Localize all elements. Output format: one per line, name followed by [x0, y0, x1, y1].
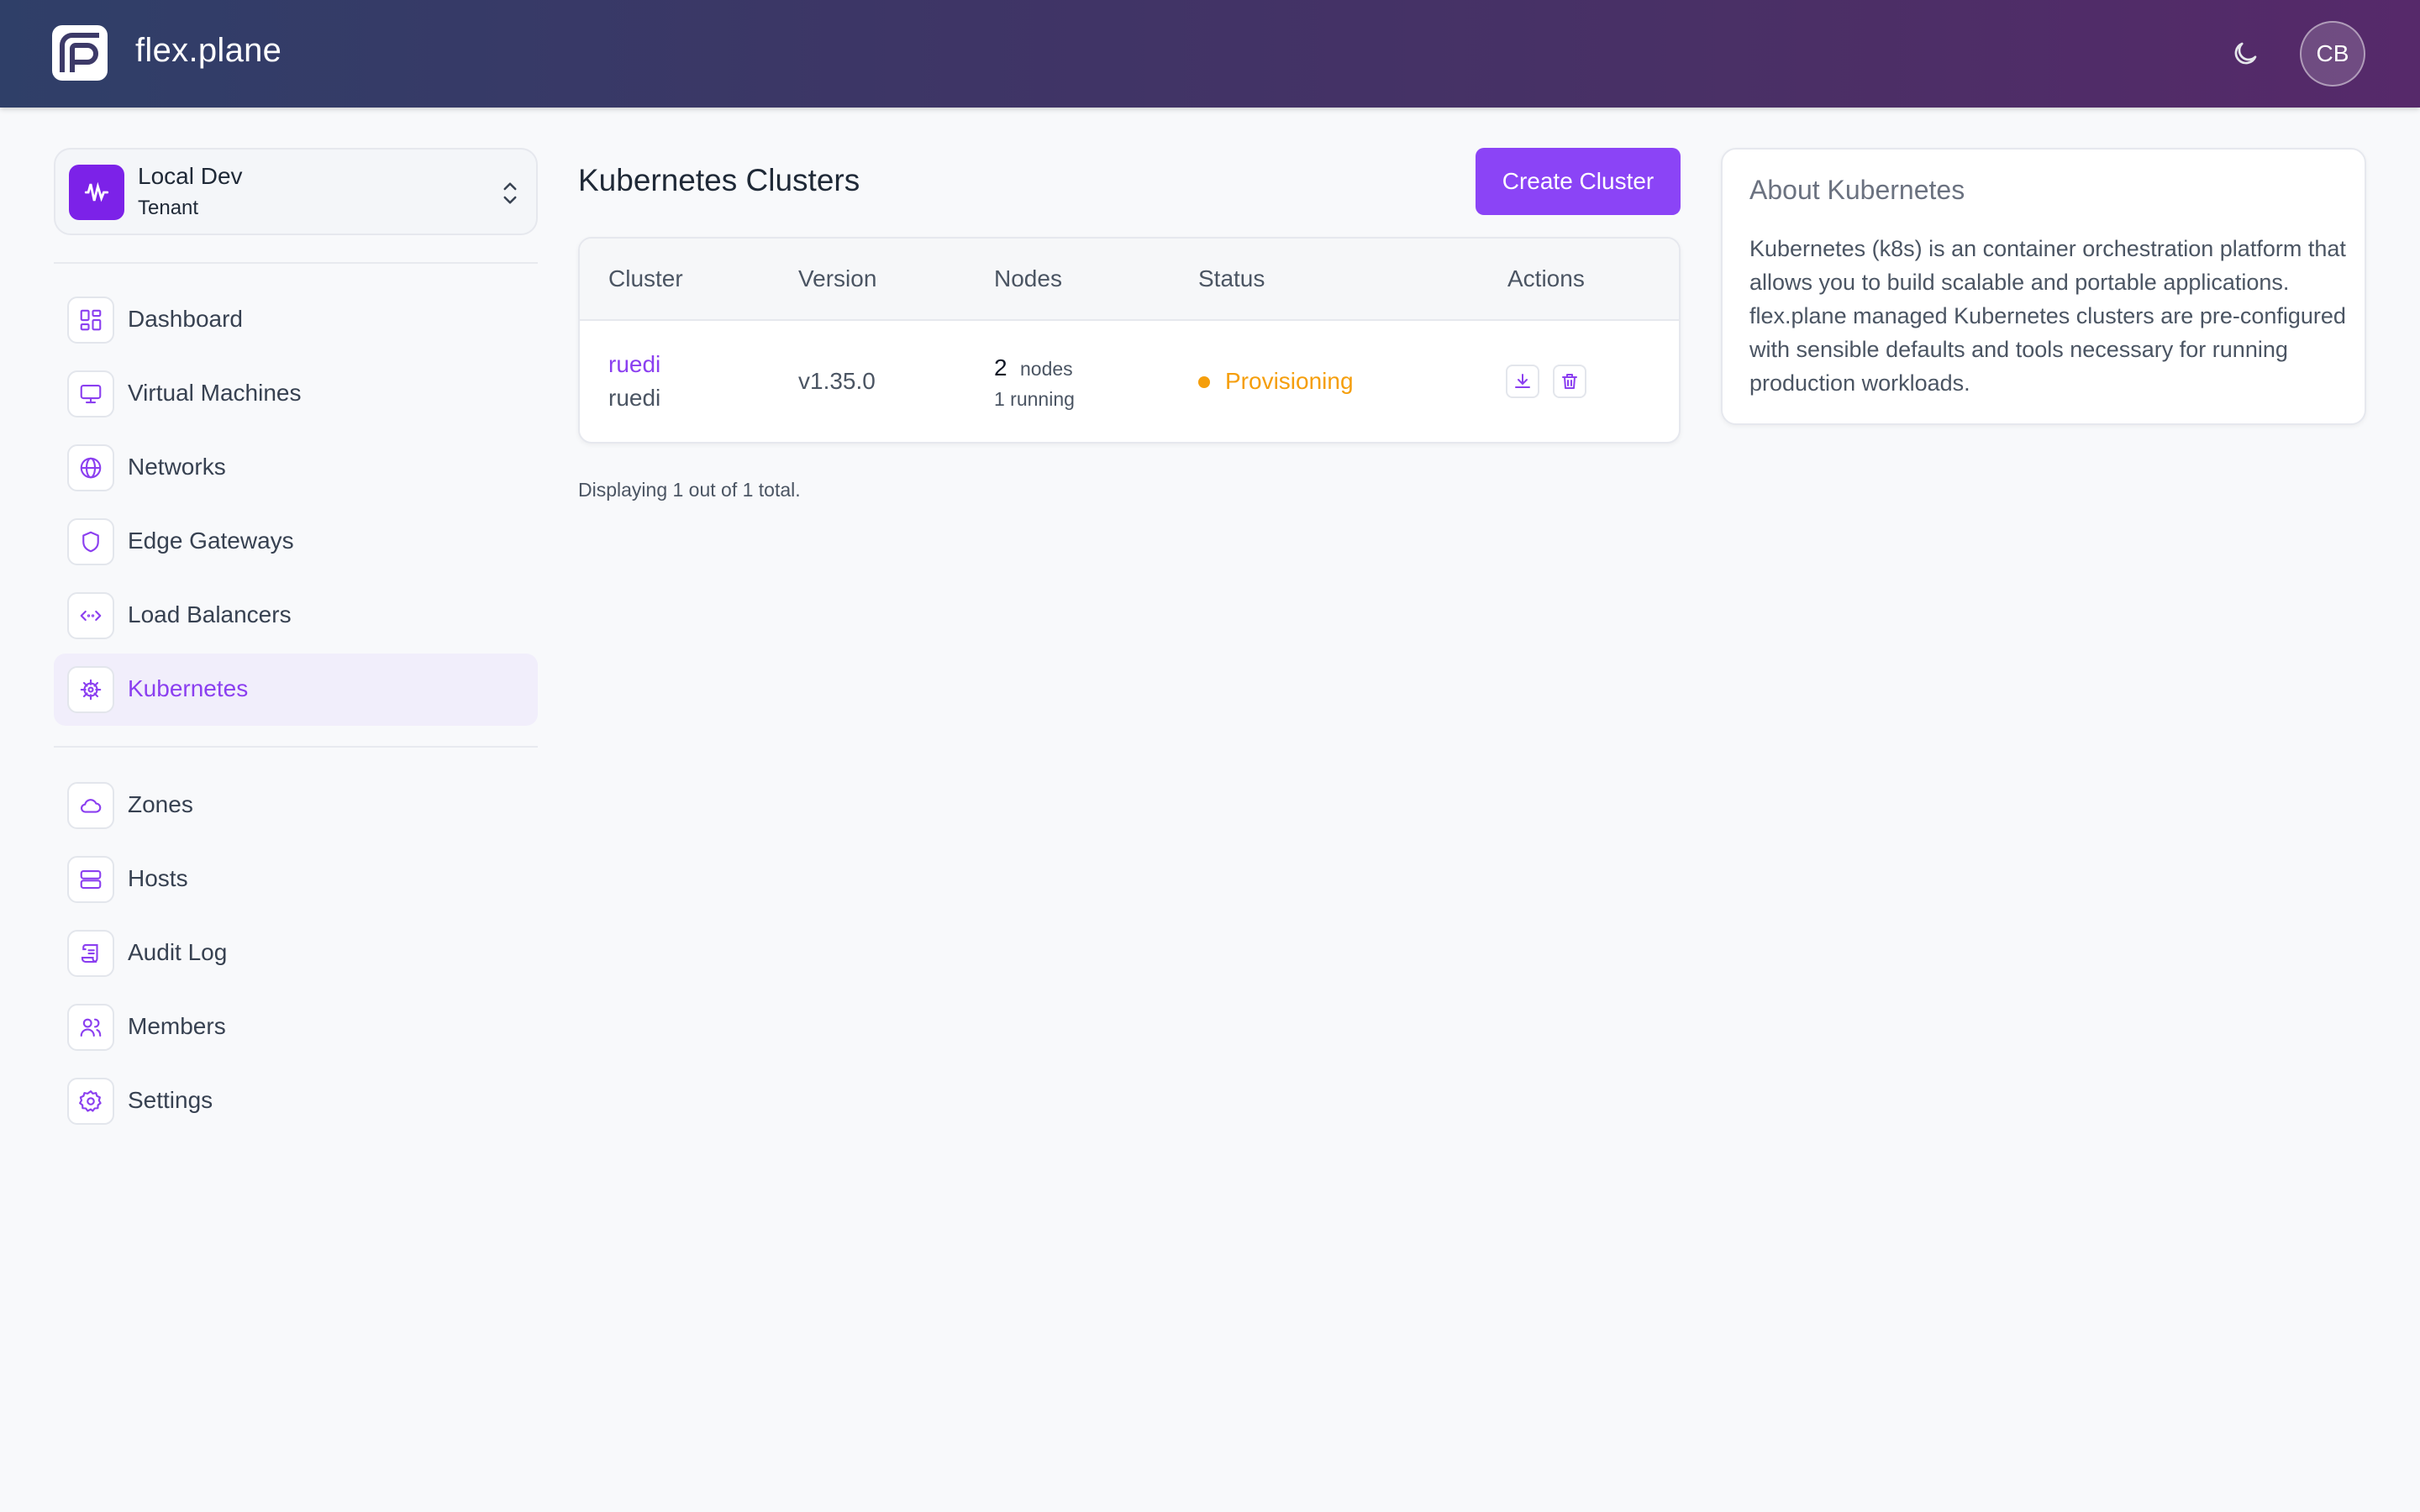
top-bar: flex.plane CB [0, 0, 2420, 108]
sidebar-item-hosts[interactable]: Hosts [54, 843, 538, 916]
code-brackets-icon [67, 592, 114, 639]
column-header-actions: Actions [1507, 265, 1585, 291]
sidebar-divider [54, 746, 538, 748]
download-icon [1515, 374, 1530, 388]
about-kubernetes-card: About Kubernetes Kubernetes (k8s) is an … [1721, 148, 2366, 425]
sidebar-item-label: Virtual Machines [128, 380, 302, 406]
column-header-cluster: Cluster [608, 265, 683, 291]
shield-icon [67, 518, 114, 565]
sidebar-item-kubernetes[interactable]: Kubernetes [54, 654, 538, 726]
gear-icon [67, 1078, 114, 1125]
node-unit: nodes [1020, 358, 1073, 380]
sidebar-item-label: Zones [128, 791, 193, 817]
status-badge: Provisioning [1225, 368, 1354, 394]
sidebar-item-zones[interactable]: Zones [54, 769, 538, 842]
dashboard-icon [67, 297, 114, 344]
waveform-icon [69, 165, 124, 220]
column-header-version: Version [798, 265, 877, 291]
table-header: Cluster Version Nodes Status Actions [580, 239, 1679, 321]
delete-cluster-button[interactable] [1553, 365, 1586, 398]
cluster-link[interactable]: ruedi [608, 351, 660, 378]
helm-wheel-icon [67, 666, 114, 713]
pagination-summary: Displaying 1 out of 1 total. [578, 479, 801, 501]
flexplane-logo-icon[interactable] [52, 25, 108, 81]
tenant-type: Tenant [138, 197, 199, 219]
sidebar-item-virtual-machines[interactable]: Virtual Machines [54, 358, 538, 430]
tenant-name: Local Dev [138, 163, 243, 189]
sidebar-item-label: Settings [128, 1087, 213, 1113]
tenant-selector[interactable]: Local Dev Tenant [54, 148, 538, 235]
about-description: Kubernetes (k8s) is an container orchest… [1749, 236, 2346, 396]
sidebar-item-label: Dashboard [128, 306, 243, 332]
sidebar-item-load-balancers[interactable]: Load Balancers [54, 580, 538, 652]
node-count: 2 [994, 354, 1007, 381]
sidebar-item-networks[interactable]: Networks [54, 432, 538, 504]
chevron-up-down-icon [497, 178, 523, 208]
sidebar-item-label: Audit Log [128, 939, 228, 965]
sidebar-item-dashboard[interactable]: Dashboard [54, 284, 538, 356]
status-dot [1198, 376, 1210, 388]
create-cluster-button[interactable]: Create Cluster [1476, 148, 1681, 215]
trash-icon [1562, 374, 1577, 389]
sidebar-item-label: Hosts [128, 865, 188, 891]
server-icon [67, 856, 114, 903]
sidebar-item-audit-log[interactable]: Audit Log [54, 917, 538, 990]
sidebar-item-label: Networks [128, 454, 226, 480]
download-kubeconfig-button[interactable] [1506, 365, 1539, 398]
column-header-status: Status [1198, 265, 1265, 291]
clusters-table: Cluster Version Nodes Status Actions rue… [578, 237, 1681, 444]
globe-icon [67, 444, 114, 491]
nodes-running: 1 running [994, 388, 1075, 410]
cluster-name: ruedi [608, 385, 661, 411]
brand-name: flex.plane [135, 32, 282, 69]
sidebar-item-label: Kubernetes [128, 675, 249, 701]
sidebar-item-members[interactable]: Members [54, 991, 538, 1063]
sidebar-item-settings[interactable]: Settings [54, 1065, 538, 1137]
about-title: About Kubernetes [1749, 175, 1965, 205]
page-title: Kubernetes Clusters [578, 163, 860, 197]
sidebar-item-label: Members [128, 1013, 226, 1039]
monitor-icon [67, 370, 114, 417]
moon-icon[interactable] [2225, 34, 2265, 74]
sidebar-item-label: Load Balancers [128, 601, 292, 627]
user-avatar[interactable]: CB [2300, 21, 2365, 87]
sidebar-divider [54, 262, 538, 264]
column-header-nodes: Nodes [994, 265, 1062, 291]
sidebar-item-edge-gateways[interactable]: Edge Gateways [54, 506, 538, 578]
cloud-icon [67, 782, 114, 829]
scroll-icon [67, 930, 114, 977]
users-icon [67, 1004, 114, 1051]
sidebar-item-label: Edge Gateways [128, 528, 294, 554]
cluster-version: v1.35.0 [798, 368, 876, 394]
